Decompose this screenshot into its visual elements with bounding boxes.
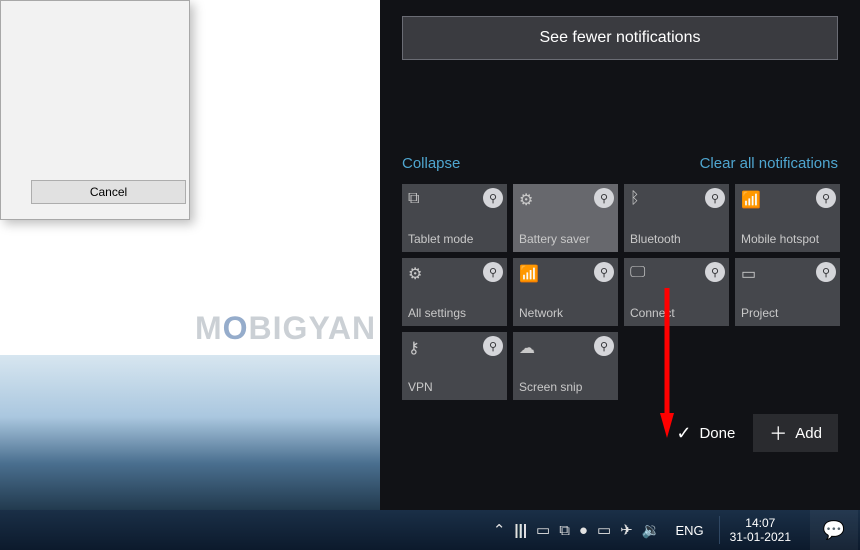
tile-label: Connect <box>630 306 723 320</box>
tile-icon: 📶 <box>519 264 539 284</box>
tile-vpn[interactable]: ⚷ ⚲ VPN <box>402 332 507 400</box>
tile-label: Screen snip <box>519 380 612 394</box>
tray-airplane-mode-icon[interactable]: ✈ <box>620 521 633 539</box>
tile-network[interactable]: 📶 ⚲ Network <box>513 258 618 326</box>
tray-clock[interactable]: 14:07 31-01-2021 <box>719 516 801 544</box>
dialog-window: Cancel <box>0 0 190 220</box>
pin-icon[interactable]: ⚲ <box>705 262 725 282</box>
pin-icon[interactable]: ⚲ <box>816 188 836 208</box>
add-label: Add <box>795 425 822 442</box>
done-button[interactable]: ✓ Done <box>660 414 751 452</box>
pin-icon[interactable]: ⚲ <box>816 262 836 282</box>
tile-bluetooth[interactable]: ᛒ ⚲ Bluetooth <box>624 184 729 252</box>
desktop-wallpaper <box>0 355 380 510</box>
quick-action-tiles: ⧉ ⚲ Tablet mode ⚙ ⚲ Battery saver ᛒ ⚲ Bluetooth 📶… <box>402 184 838 400</box>
tile-icon: ⚙ <box>519 190 533 210</box>
check-icon: ✓ <box>676 423 691 444</box>
pin-icon[interactable]: ⚲ <box>594 336 614 356</box>
tile-label: Network <box>519 306 612 320</box>
tile-label: Tablet mode <box>408 232 501 246</box>
taskbar: ⌃ ||| ▭ ⧉ ● ▭ ✈ 🔉 ENG 14:07 31-01-2021 💬 <box>0 510 860 550</box>
add-button[interactable]: ＋ Add <box>753 414 838 452</box>
tile-icon: ⧉ <box>408 190 419 208</box>
tray-chevron-up-icon[interactable]: ⌃ <box>493 521 506 539</box>
pin-icon[interactable]: ⚲ <box>594 262 614 282</box>
pin-icon[interactable]: ⚲ <box>483 188 503 208</box>
collapse-button[interactable]: Collapse <box>402 155 460 172</box>
pin-icon[interactable]: ⚲ <box>483 336 503 356</box>
pin-icon[interactable]: ⚲ <box>594 188 614 208</box>
tile-icon: ᛒ <box>630 190 640 208</box>
tile-project[interactable]: ▭ ⚲ Project <box>735 258 840 326</box>
tray-time: 14:07 <box>745 516 775 530</box>
tile-screen-snip[interactable]: ☁ ⚲ Screen snip <box>513 332 618 400</box>
tile-battery-saver[interactable]: ⚙ ⚲ Battery saver <box>513 184 618 252</box>
tile-icon: ▭ <box>741 264 756 284</box>
pin-icon[interactable]: ⚲ <box>705 188 725 208</box>
tile-label: Battery saver <box>519 232 612 246</box>
tile-label: Mobile hotspot <box>741 232 834 246</box>
tray-battery-icon-small[interactable]: ▭ <box>536 521 550 539</box>
tile-icon: 📶 <box>741 190 761 210</box>
tile-tablet-mode[interactable]: ⧉ ⚲ Tablet mode <box>402 184 507 252</box>
clear-all-notifications-button[interactable]: Clear all notifications <box>700 155 838 172</box>
pin-icon[interactable]: ⚲ <box>483 262 503 282</box>
tile-icon: ⚷ <box>408 338 420 358</box>
tile-icon: 🖵 <box>630 264 645 282</box>
tray-battery-icon[interactable]: ▭ <box>597 521 611 539</box>
tile-mobile-hotspot[interactable]: 📶 ⚲ Mobile hotspot <box>735 184 840 252</box>
tile-all-settings[interactable]: ⚙ ⚲ All settings <box>402 258 507 326</box>
tile-label: Project <box>741 306 834 320</box>
tray-sound-icon[interactable]: 🔉 <box>642 521 661 539</box>
done-label: Done <box>699 425 735 442</box>
tray-notification-button[interactable]: 💬 <box>810 510 858 550</box>
plus-icon: ＋ <box>769 420 787 446</box>
tray-app-icon[interactable]: ||| <box>514 522 527 539</box>
tile-connect[interactable]: 🖵 ⚲ Connect <box>624 258 729 326</box>
cancel-button[interactable]: Cancel <box>31 180 186 204</box>
see-fewer-notifications-button[interactable]: See fewer notifications <box>402 16 838 60</box>
tile-label: All settings <box>408 306 501 320</box>
action-center-panel: See fewer notifications Collapse Clear a… <box>380 0 860 510</box>
tray-language-indicator[interactable]: ENG <box>669 523 709 538</box>
tray-utorrent-icon[interactable]: ● <box>579 522 588 539</box>
tray-task-view-icon[interactable]: ⧉ <box>559 522 570 539</box>
tile-icon: ☁ <box>519 338 535 358</box>
tray-date: 31-01-2021 <box>730 530 791 544</box>
notification-icon: 💬 <box>823 520 845 541</box>
tile-label: Bluetooth <box>630 232 723 246</box>
tile-label: VPN <box>408 380 501 394</box>
watermark-logo: MOBIGYAN <box>195 310 376 347</box>
tile-icon: ⚙ <box>408 264 422 284</box>
